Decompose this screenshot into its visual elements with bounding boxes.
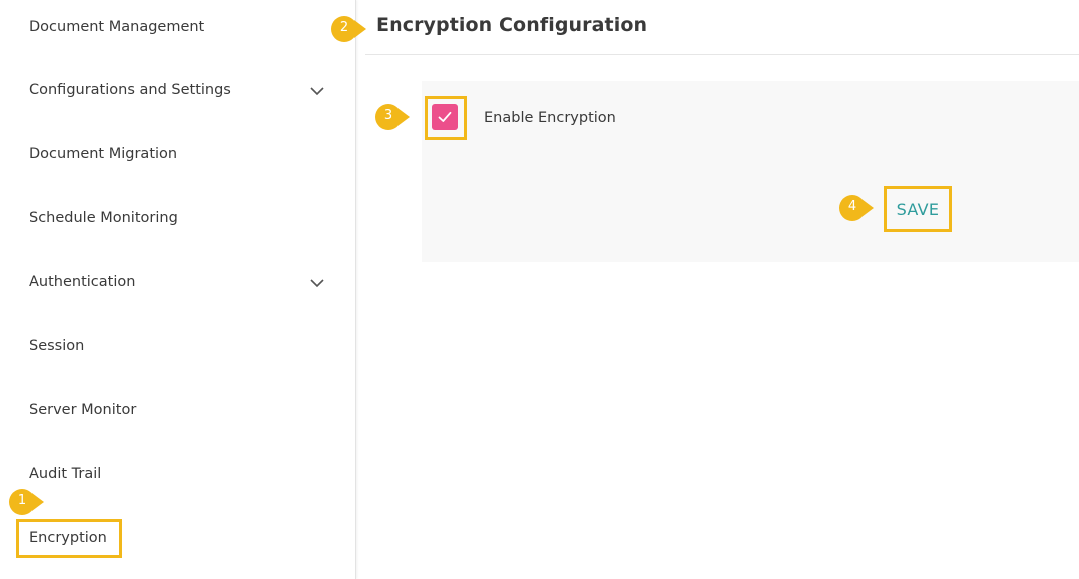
sidebar-item-document-migration[interactable]: Document Migration xyxy=(0,134,356,174)
sidebar-item-document-management[interactable]: Document Management xyxy=(0,7,356,47)
step-marker-number: 1 xyxy=(17,493,27,508)
title-divider xyxy=(365,54,1079,55)
step-marker-3: 3 xyxy=(374,102,412,132)
step-marker-number: 3 xyxy=(383,108,393,123)
sidebar-item-session[interactable]: Session xyxy=(0,326,356,366)
sidebar: Document Management Configurations and S… xyxy=(0,0,356,579)
encryption-panel xyxy=(422,81,1079,262)
sidebar-item-configurations-and-settings[interactable]: Configurations and Settings xyxy=(0,70,356,110)
sidebar-item-label: Server Monitor xyxy=(29,402,137,418)
sidebar-item-label: Session xyxy=(29,338,85,354)
checkmark-icon xyxy=(438,111,452,122)
page-title: Encryption Configuration xyxy=(376,14,648,36)
sidebar-item-authentication[interactable]: Authentication xyxy=(0,262,356,302)
step-marker-4: 4 xyxy=(838,193,876,223)
sidebar-item-audit-trail[interactable]: Audit Trail xyxy=(0,454,356,494)
sidebar-item-label: Audit Trail xyxy=(29,466,102,482)
sidebar-item-schedule-monitoring[interactable]: Schedule Monitoring xyxy=(0,198,356,238)
chevron-down-icon[interactable] xyxy=(308,274,326,292)
enable-encryption-checkbox[interactable] xyxy=(432,104,458,130)
step-marker-1: 1 xyxy=(8,487,46,517)
step-marker-number: 4 xyxy=(847,199,857,214)
encryption-highlight-frame xyxy=(16,519,122,558)
enable-encryption-label: Enable Encryption xyxy=(484,110,616,126)
step-marker-number: 2 xyxy=(339,20,349,35)
sidebar-item-label: Configurations and Settings xyxy=(29,82,231,98)
sidebar-item-label: Authentication xyxy=(29,274,136,290)
save-button[interactable]: SAVE xyxy=(887,189,949,229)
sidebar-item-label: Document Management xyxy=(29,19,205,35)
step-marker-2: 2 xyxy=(330,14,368,44)
sidebar-item-label: Document Migration xyxy=(29,146,178,162)
sidebar-item-server-monitor[interactable]: Server Monitor xyxy=(0,390,356,430)
chevron-down-icon[interactable] xyxy=(308,82,326,100)
sidebar-item-label: Schedule Monitoring xyxy=(29,210,178,226)
